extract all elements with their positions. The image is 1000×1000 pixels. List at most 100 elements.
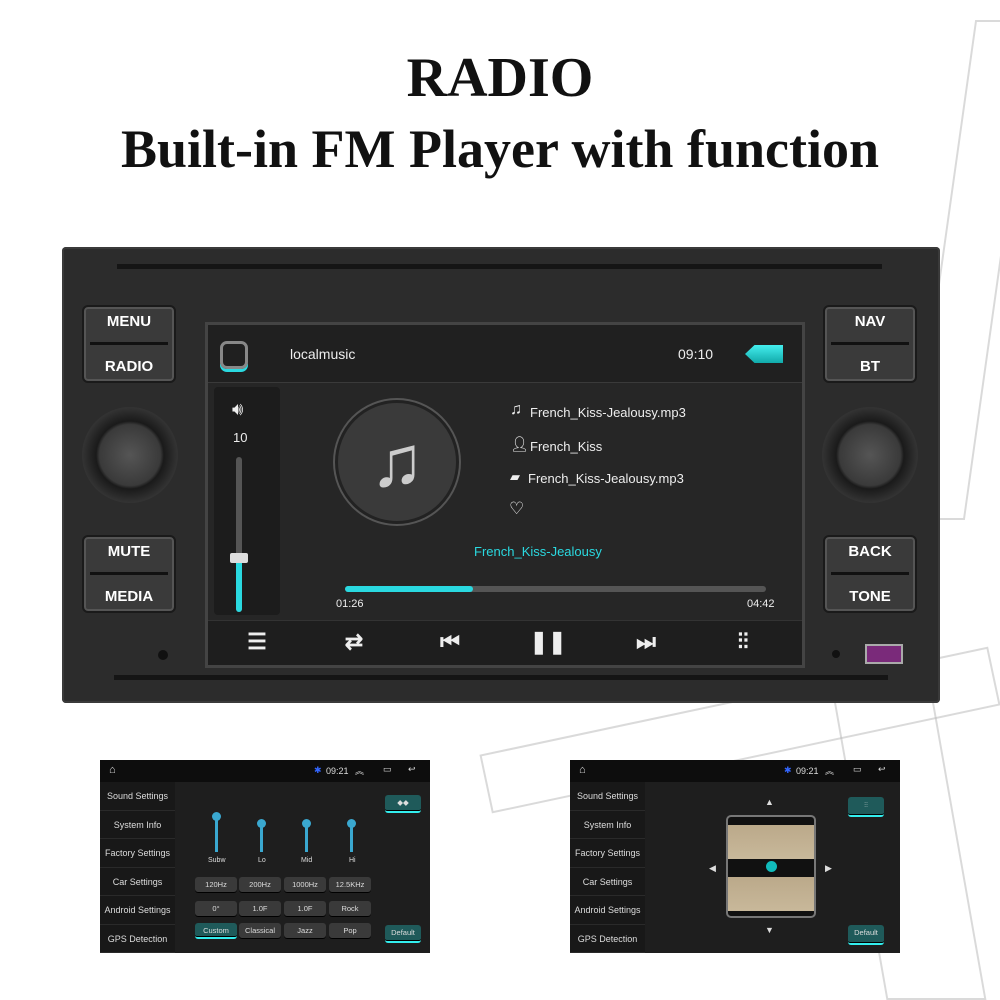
speaker-icon: 🔊︎ — [232, 399, 244, 419]
volume-fill — [236, 557, 242, 612]
playlist-icon[interactable]: ☰ — [227, 629, 287, 655]
cd-slot — [117, 264, 882, 269]
previous-icon[interactable]: ⏮︎ — [420, 629, 480, 655]
volume-slider[interactable] — [230, 457, 248, 612]
volume-knob[interactable] — [82, 407, 178, 503]
nav-bt-button[interactable]: NAV BT — [823, 305, 917, 383]
menu-radio-button[interactable]: MENU RADIO — [82, 305, 176, 383]
status-clock: 09:21 — [326, 766, 349, 776]
back-label: BACK — [848, 543, 892, 561]
freq-button[interactable]: 120Hz — [195, 877, 237, 893]
menu-sound-settings[interactable]: Sound Settings — [100, 782, 175, 811]
tune-knob[interactable] — [822, 407, 918, 503]
mute-media-button[interactable]: MUTE MEDIA — [82, 535, 176, 613]
radio-label: RADIO — [104, 357, 154, 375]
favorite-icon[interactable]: ♡ — [509, 499, 524, 519]
now-playing-title: French_Kiss-Jealousy — [474, 544, 602, 559]
eq-slider-hi[interactable] — [350, 824, 353, 852]
media-label: MEDIA — [104, 587, 154, 605]
app-title: localmusic — [290, 346, 356, 362]
menu-factory-settings[interactable]: Factory Settings — [100, 839, 175, 868]
q-button[interactable]: Rock — [329, 901, 371, 917]
settings-menu: Sound Settings System Info Factory Setti… — [570, 782, 645, 953]
band-label: Lo — [258, 857, 266, 864]
eq-slider-mid[interactable] — [305, 824, 308, 852]
reset-hole[interactable] — [832, 650, 840, 658]
menu-factory-settings[interactable]: Factory Settings — [570, 839, 645, 868]
progress-bar[interactable] — [345, 586, 766, 592]
expand-icon[interactable]: ︽ — [825, 764, 834, 777]
expand-icon[interactable]: ︽ — [355, 764, 364, 777]
volume-handle[interactable] — [230, 552, 248, 563]
default-button[interactable]: Default — [385, 925, 421, 943]
home-icon[interactable]: ⌂ — [579, 764, 586, 776]
eq-handle[interactable] — [347, 819, 356, 828]
usb-port[interactable] — [865, 644, 903, 664]
balance-settings-screen: ⌂ ✱ 09:21 ︽ ▭ ↩ Sound Settings System In… — [570, 760, 900, 953]
menu-gps-detection[interactable]: GPS Detection — [100, 925, 175, 953]
equalizer-icon[interactable]: ⫶⫶ — [713, 629, 773, 655]
track-folder: French_Kiss-Jealousy.mp3 — [528, 471, 684, 486]
eq-handle[interactable] — [302, 819, 311, 828]
freq-button[interactable]: 12.5KHz — [329, 877, 371, 893]
menu-system-info[interactable]: System Info — [570, 811, 645, 839]
q-button[interactable]: 0° — [195, 901, 237, 917]
status-bar: ⌂ ✱ 09:21 ︽ ▭ ↩ — [570, 760, 900, 782]
preset-classical[interactable]: Classical — [239, 923, 281, 939]
folder-icon: ▰ — [510, 469, 520, 484]
band-label: Subw — [208, 857, 226, 864]
clock: 09:10 — [678, 346, 714, 362]
recent-apps-icon[interactable]: ▭ — [383, 764, 392, 775]
elapsed-time: 01:26 — [336, 598, 364, 610]
freq-button[interactable]: 1000Hz — [284, 877, 326, 893]
total-time: 04:42 — [747, 598, 775, 610]
next-icon[interactable]: ⏭︎ — [616, 629, 676, 655]
repeat-icon[interactable]: ⇄ — [324, 629, 384, 655]
menu-android-settings[interactable]: Android Settings — [570, 896, 645, 925]
equalizer-toggle-button[interactable]: ⫶⫶ — [848, 797, 884, 817]
menu-android-settings[interactable]: Android Settings — [100, 896, 175, 925]
back-button[interactable] — [745, 345, 783, 363]
preset-custom[interactable]: Custom — [195, 923, 237, 939]
back-icon[interactable]: ↩ — [878, 764, 886, 775]
menu-car-settings[interactable]: Car Settings — [100, 868, 175, 896]
menu-gps-detection[interactable]: GPS Detection — [570, 925, 645, 953]
eq-handle[interactable] — [257, 819, 266, 828]
arrow-down-icon[interactable]: ▼ — [765, 925, 774, 935]
freq-button[interactable]: 200Hz — [239, 877, 281, 893]
default-button[interactable]: Default — [848, 925, 884, 945]
eq-slider-subw[interactable] — [215, 817, 218, 852]
arrow-up-icon[interactable]: ▲ — [765, 797, 774, 807]
q-button[interactable]: 1.0F — [284, 901, 326, 917]
recent-apps-icon[interactable]: ▭ — [853, 764, 862, 775]
balance-point[interactable] — [766, 861, 777, 872]
preset-pop[interactable]: Pop — [329, 923, 371, 939]
eq-handle[interactable] — [212, 812, 221, 821]
home-icon[interactable]: ⌂ — [109, 764, 116, 776]
eq-slider-lo[interactable] — [260, 824, 263, 852]
band-label: Hi — [349, 857, 356, 864]
menu-car-settings[interactable]: Car Settings — [570, 868, 645, 896]
bt-label: BT — [860, 357, 880, 375]
volume-panel: 🔊︎ 10 — [214, 387, 280, 615]
back-icon[interactable]: ↩ — [408, 764, 416, 775]
arrow-right-icon[interactable]: ▶ — [825, 863, 832, 874]
menu-label: MENU — [106, 313, 152, 331]
preset-jazz[interactable]: Jazz — [284, 923, 326, 939]
page-title: RADIO — [406, 47, 594, 109]
back-tone-button[interactable]: BACK TONE — [823, 535, 917, 613]
balance-toggle-button[interactable]: ◆◆ — [385, 795, 421, 813]
progress-fill — [345, 586, 474, 592]
band-label: Mid — [301, 857, 313, 864]
home-button[interactable] — [220, 341, 248, 369]
arrow-left-icon[interactable]: ◀ — [709, 863, 716, 874]
pause-icon[interactable]: ❚❚ — [518, 629, 578, 655]
menu-sound-settings[interactable]: Sound Settings — [570, 782, 645, 811]
q-button[interactable]: 1.0F — [239, 901, 281, 917]
mic-hole — [158, 650, 168, 660]
volume-value: 10 — [233, 430, 248, 445]
track-file: French_Kiss-Jealousy.mp3 — [530, 405, 686, 420]
artist-icon: 👤︎ — [510, 436, 530, 453]
menu-system-info[interactable]: System Info — [100, 811, 175, 839]
bluetooth-icon: ✱ — [784, 765, 792, 775]
